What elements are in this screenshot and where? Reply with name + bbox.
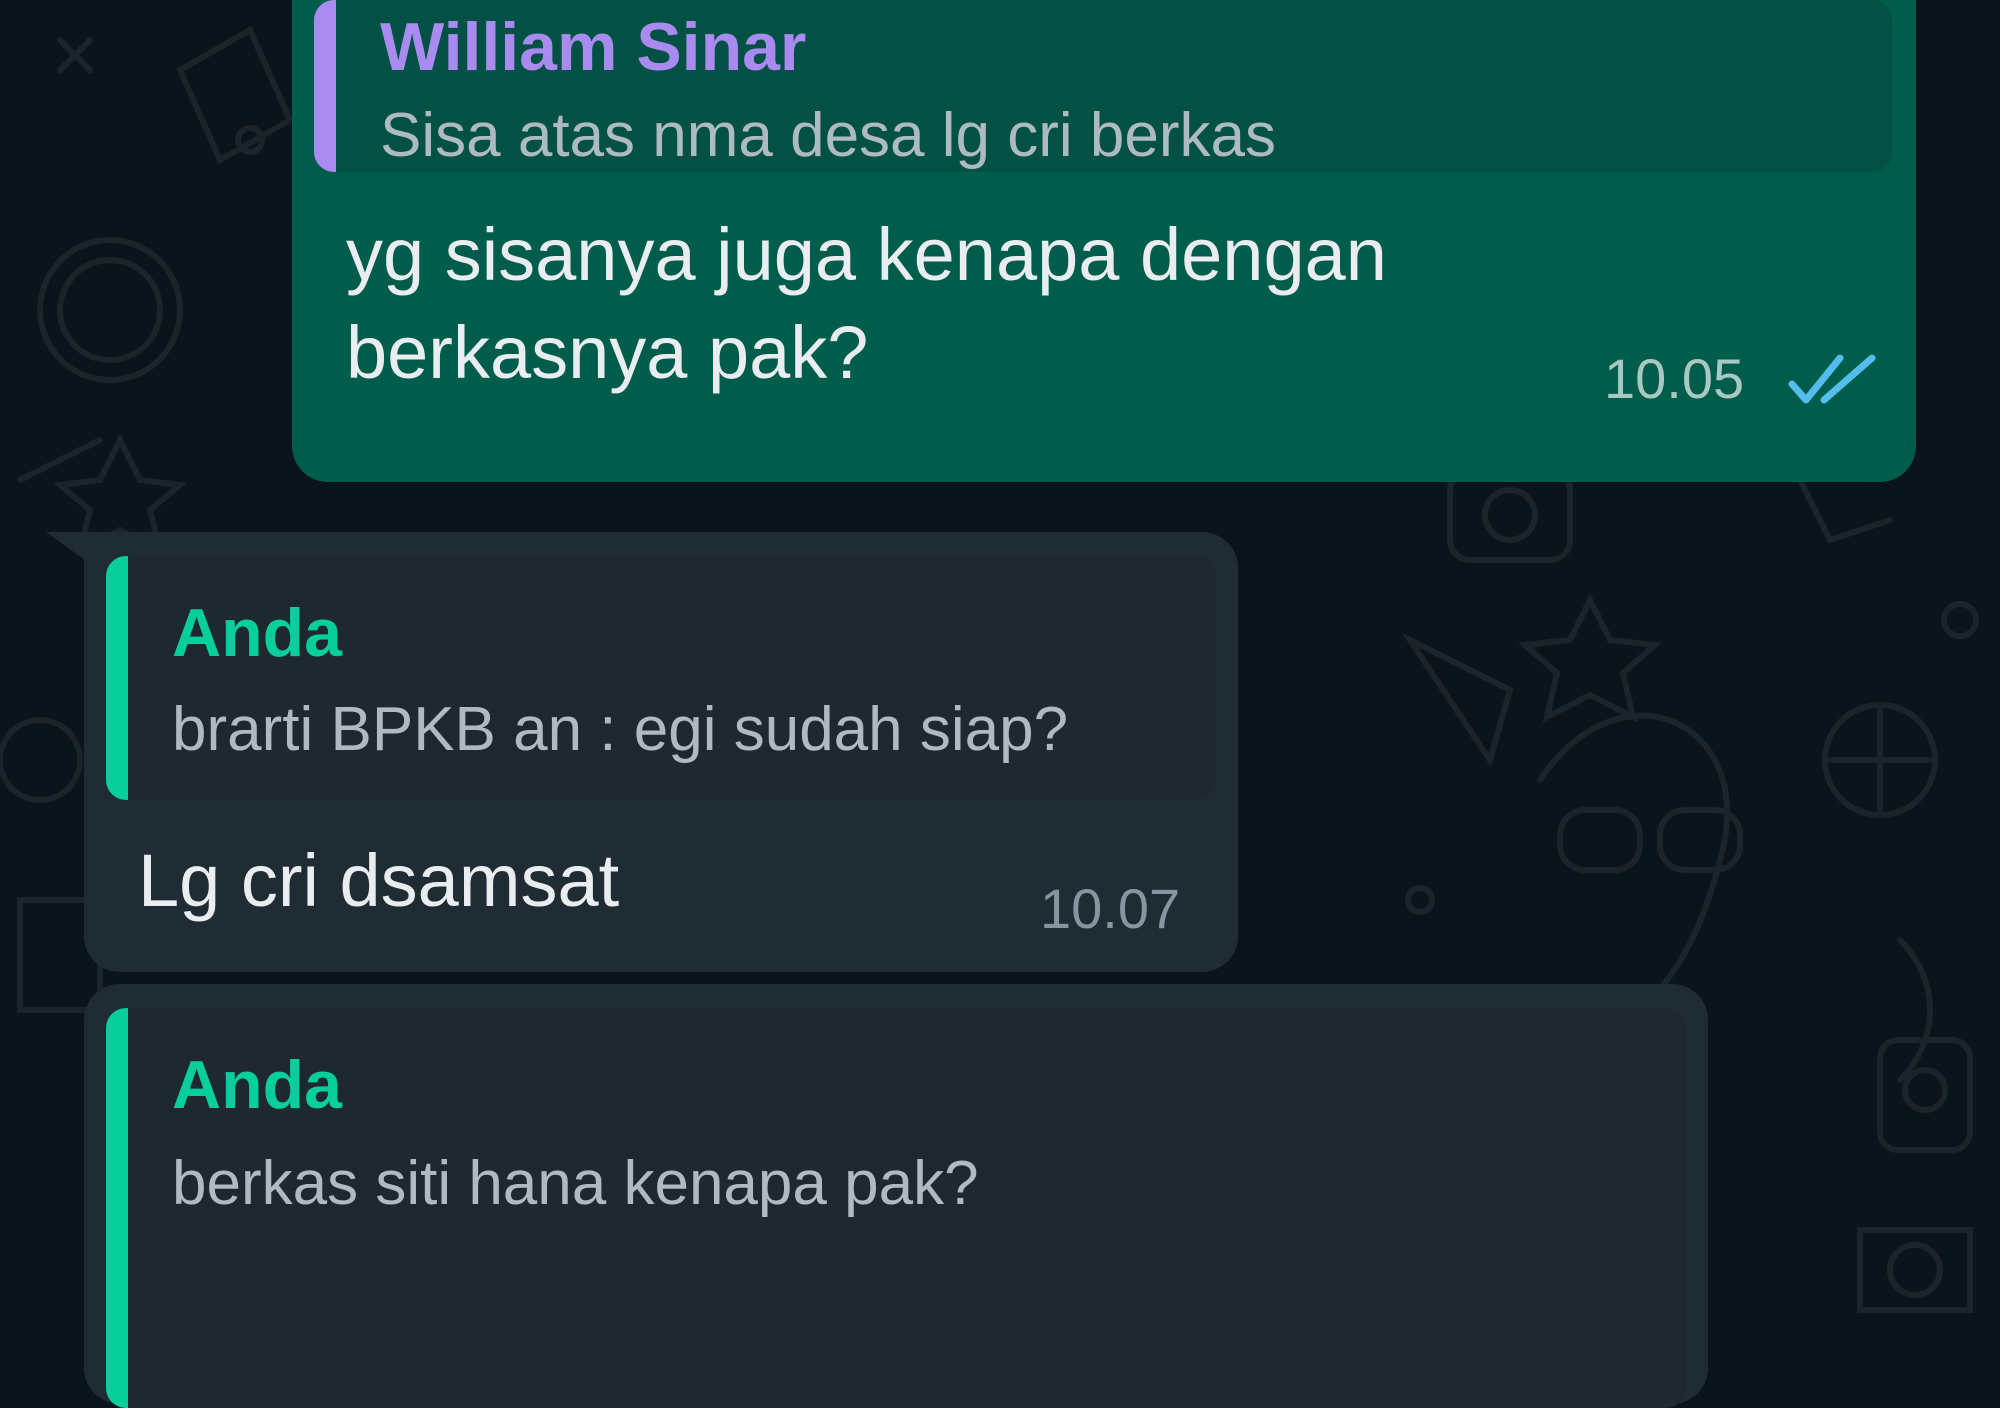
quote-bar xyxy=(314,0,336,172)
quote-bar xyxy=(106,556,128,800)
message-text-line: Lg cri dsamsat xyxy=(138,839,620,922)
quote-text: Sisa atas nma desa lg cri berkas xyxy=(380,101,1276,170)
outgoing-message[interactable]: William Sinar Sisa atas nma desa lg cri … xyxy=(292,0,1916,482)
double-check-icon xyxy=(1788,354,1876,404)
quote-author: Anda xyxy=(172,1047,342,1123)
quoted-message[interactable]: Anda brarti BPKB an : egi sudah siap? xyxy=(106,556,1216,800)
message-time: 10.05 xyxy=(1604,347,1745,410)
quote-author: Anda xyxy=(172,595,342,671)
incoming-message[interactable]: Anda brarti BPKB an : egi sudah siap? Lg… xyxy=(84,532,1238,972)
quoted-message[interactable]: Anda berkas siti hana kenapa pak? xyxy=(106,1008,1686,1408)
message-text-line: berkasnya pak? xyxy=(346,311,869,394)
quote-author: William Sinar xyxy=(380,9,807,85)
quote-text: brarti BPKB an : egi sudah siap? xyxy=(172,695,1069,764)
quote-text: berkas siti hana kenapa pak? xyxy=(172,1149,979,1218)
quoted-message[interactable]: William Sinar Sisa atas nma desa lg cri … xyxy=(314,0,1892,172)
quote-bar xyxy=(106,1008,128,1408)
message-time: 10.07 xyxy=(1040,877,1181,940)
message-text-line: yg sisanya juga kenapa dengan xyxy=(346,213,1387,296)
incoming-message[interactable]: Anda berkas siti hana kenapa pak? xyxy=(84,984,1708,1408)
